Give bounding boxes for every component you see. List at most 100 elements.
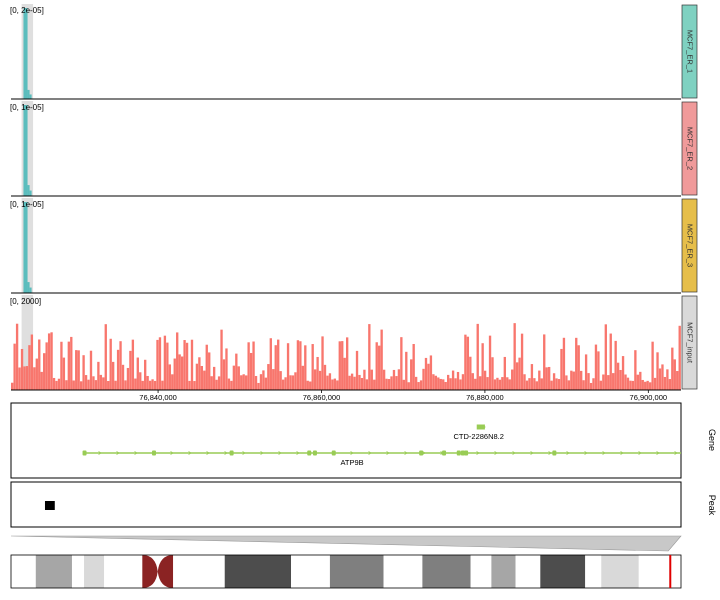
coverage-bar [405,351,408,390]
coverage-bar [616,362,620,390]
coverage-bar [634,350,637,390]
coverage-bar [163,335,167,390]
coverage-bar [538,370,541,390]
coverage-bar [614,340,617,390]
coverage-bar [439,378,442,390]
genome-browser-figure: [0, 2e-05]MCF7_ER_1[0, 1e-05]MCF7_ER_2[0… [10,4,717,589]
coverage-bar [99,374,103,390]
coverage-bar [414,376,418,390]
track-name-label: MCF7_input [686,322,695,364]
coverage-bar [336,380,339,390]
gene-exon [82,450,87,456]
coverage-bar [368,324,371,390]
coverage-bar [390,376,393,390]
coverage-bar [193,381,196,390]
coverage-bar [23,202,26,293]
coverage-bar [70,336,73,390]
ideogram-band [329,555,384,588]
peak-track-label: Peak [707,495,717,516]
ideogram-band [383,555,423,588]
coverage-bar [304,345,307,390]
coverage-bar [572,371,575,390]
coverage-bar [235,353,238,390]
peak-track: Peak [10,481,717,528]
track-range-label: [0, 1e-05] [10,200,44,209]
coverage-bar [607,375,610,390]
coverage-bar [129,350,132,390]
coverage-bar [577,345,580,390]
coverage-bar [77,350,80,390]
coverage-bar [252,341,255,390]
coverage-bar [498,379,502,390]
coverage-bar [402,379,405,390]
gene-exon [151,450,156,456]
coverage-bar [274,345,277,390]
coverage-bar [11,382,14,390]
coverage-bar [491,357,494,390]
coverage-bar [30,334,34,390]
coverage-bar [29,94,32,99]
coverage-bar [188,380,191,390]
coverage-bar [20,348,24,390]
coverage-bar [104,324,107,390]
gene-exon [229,450,234,456]
coverage-bar [203,370,206,390]
coverage-bar [515,362,519,390]
ideogram-band [35,555,72,588]
gene-exon [312,450,317,456]
coverage-bar [82,355,85,390]
coverage-bar [328,373,332,390]
coverage-bar [119,341,122,390]
coverage-bar [136,357,139,390]
coverage-bar [535,381,539,390]
coverage-bar [134,378,137,390]
coverage-bar [50,332,53,390]
coverage-bar [646,380,649,390]
coverage-bar [483,370,487,390]
ideogram-band [84,555,105,588]
coverage-bar [550,380,553,390]
coverage-bar [25,366,29,390]
coverage-bar [237,366,240,390]
coverage-bar [370,369,373,390]
coverage-bar [400,337,403,390]
coverage-bar [597,351,600,390]
coverage-bar [126,367,130,390]
coverage-bar [636,374,640,390]
coverage-bar [43,353,46,390]
coverage-bar [555,378,558,390]
coverage-bar [644,381,647,390]
coverage-bar [624,374,627,390]
coverage-bar [227,378,231,390]
coverage-bar [446,374,450,390]
x-tick-label: 76,900,000 [630,393,668,402]
coverage-bar [520,333,524,390]
coverage-bar [508,379,511,390]
coverage-bar [589,382,593,390]
coverage-bar [419,380,423,390]
coverage-bar [316,356,319,390]
ideogram-band [422,555,471,588]
coverage-bar [67,341,70,390]
coverage-bar [380,329,383,390]
ideogram-band [491,555,516,588]
ideogram-band [515,555,541,588]
coverage-bar [254,375,258,390]
coverage-bar [360,377,364,390]
coverage-bar [225,348,228,390]
coverage-bar [146,375,149,390]
coverage-bar [333,378,337,390]
coverage-bar [392,369,396,390]
coverage-bar [459,379,462,390]
coverage-bar [474,378,477,390]
coverage-track: [0, 2e-05] MCF7_ER_1 [10,4,698,100]
coverage-bar [131,339,135,390]
coverage-bar [222,359,226,390]
coverage-bar [385,378,388,390]
coverage-bar [27,282,30,293]
coverage-bar [547,366,551,390]
coverage-bar [560,348,563,390]
coverage-bar [267,364,270,390]
coverage-bar [410,359,413,390]
coverage-bar [552,373,556,390]
